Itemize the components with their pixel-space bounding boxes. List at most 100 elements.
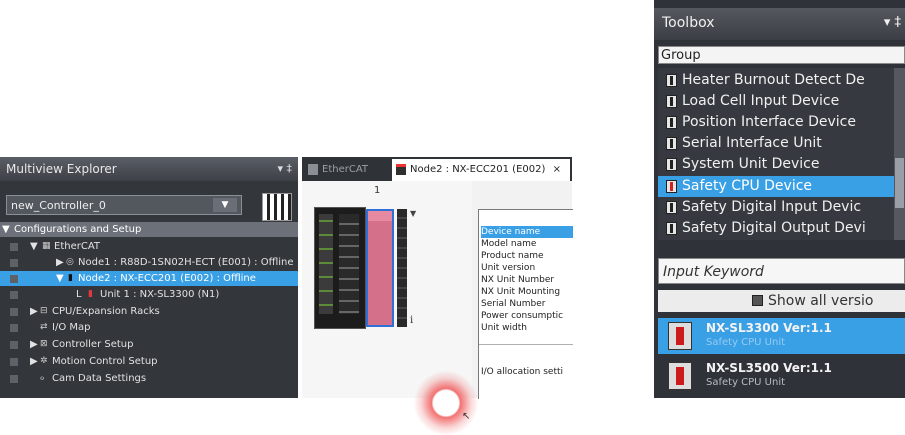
tree-item-cpu-racks[interactable]: ▶ ⊟ CPU/Expansion Racks (0, 304, 298, 319)
expand-icon[interactable]: ▶ (56, 255, 64, 270)
result-item-selected[interactable]: NX-SL3300 Ver:1.1 Safety CPU Unit (658, 318, 905, 354)
safety-cpu-unit-icon (668, 362, 692, 390)
tree-item-configurations[interactable]: ▼ Configurations and Setup (0, 222, 298, 237)
ethercat-icon: ▦ (42, 241, 51, 251)
group-item[interactable]: Heater Burnout Detect De (658, 70, 898, 91)
keyword-input[interactable]: Input Keyword (658, 258, 905, 284)
group-item[interactable]: Safety Digital Input Devic (658, 197, 898, 218)
toolbox-titlebar: Toolbox ▾ ‡ (654, 8, 905, 40)
tab-ethercat[interactable]: EtherCAT (304, 159, 386, 181)
group-item-label: Load Cell Input Device (682, 93, 840, 109)
close-icon[interactable]: × (553, 164, 561, 175)
slot-number: 1 (374, 185, 381, 196)
expand-icon[interactable]: ▼ (56, 271, 64, 286)
tree-item-label: Node1 : R88D-1SN02H-ECT (E001) : Offline (78, 257, 294, 268)
device-group-icon (666, 95, 677, 108)
tree-marker (10, 358, 18, 366)
group-item[interactable]: Safety Digital Output Devi (658, 218, 898, 239)
group-item-label: Position Interface Device (682, 114, 856, 130)
result-name: NX-SL3500 Ver:1.1 (706, 361, 832, 375)
rack-icon: ⊟ (40, 306, 48, 316)
expand-icon[interactable]: ▶ (30, 337, 38, 352)
expand-icon[interactable]: ▶ (30, 304, 38, 319)
group-item-label: Serial Interface Unit (682, 135, 822, 151)
tree-marker (10, 275, 18, 283)
tree-item-unit1[interactable]: L ▮ Unit 1 : NX-SL3300 (N1) (0, 287, 298, 302)
unit-rack-canvas[interactable]: 1 ▼ i ↖ (302, 181, 478, 435)
tree-item-node1[interactable]: ▶ ◎ Node1 : R88D-1SN02H-ECT (E001) : Off… (0, 255, 298, 270)
device-group-icon (666, 201, 677, 214)
scrollbar-thumb[interactable] (895, 158, 904, 208)
divider (479, 344, 573, 345)
result-item[interactable]: NX-SL3500 Ver:1.1 Safety CPU Unit (658, 358, 905, 394)
motion-icon: ✲ (40, 356, 48, 366)
safety-device-icon (666, 180, 677, 193)
pin-icon[interactable]: ▾ ‡ (277, 157, 292, 181)
checkbox[interactable] (752, 295, 763, 306)
property-io-allocation[interactable]: I/O allocation setti (481, 366, 573, 378)
group-list[interactable]: Heater Burnout Detect De Load Cell Input… (658, 68, 898, 240)
property-serial-number[interactable]: Serial Number (481, 298, 573, 310)
property-nx-unit-number[interactable]: NX Unit Number (481, 274, 573, 286)
tree-item-node2[interactable]: ▼ ▮ Node2 : NX-ECC201 (E002) : Offline (0, 271, 298, 286)
pin-icon[interactable]: ▾ ‡ (884, 8, 901, 38)
chevron-down-icon[interactable]: ▼ (410, 209, 416, 218)
multiview-explorer-panel: Multiview Explorer ▾ ‡ new_Controller_0 … (0, 157, 298, 398)
info-icon[interactable]: i (410, 315, 413, 326)
expand-icon[interactable]: ▶ (30, 354, 38, 369)
group-item-label: System Unit Device (682, 156, 820, 172)
toolbox-panel: Toolbox ▾ ‡ Group Heater Burnout Detect … (654, 0, 905, 398)
tree-item-label: CPU/Expansion Racks (52, 306, 160, 317)
group-item-selected[interactable]: Safety CPU Device (658, 176, 898, 197)
property-unit-version[interactable]: Unit version (481, 262, 573, 274)
property-device-name[interactable]: Device name (481, 226, 573, 238)
expand-icon[interactable]: ▼ (30, 239, 38, 254)
group-item[interactable]: System Unit Device (658, 154, 898, 175)
controller-select[interactable]: new_Controller_0 ▼ (6, 195, 242, 215)
group-scrollbar[interactable] (894, 68, 905, 240)
tree-item-label: Node2 : NX-ECC201 (E002) : Offline (78, 273, 256, 284)
tree-item-io-map[interactable]: ⇄ I/O Map (0, 320, 298, 335)
tree-item-label: I/O Map (52, 322, 91, 333)
tree-marker (10, 375, 18, 383)
property-model-name[interactable]: Model name (481, 238, 573, 250)
explorer-titlebar: Multiview Explorer ▾ ‡ (0, 157, 298, 181)
result-description: Safety CPU Unit (706, 337, 786, 348)
group-item-label: Heater Burnout Detect De (682, 72, 865, 88)
explorer-title: Multiview Explorer (6, 162, 117, 176)
group-item-label: Safety Digital Input Devic (682, 199, 862, 215)
slot-header (368, 211, 392, 221)
device-group-icon (666, 222, 677, 235)
result-name: NX-SL3300 Ver:1.1 (706, 321, 832, 335)
show-all-versions-toggle[interactable]: Show all versio (658, 290, 905, 312)
property-product-name[interactable]: Product name (481, 250, 573, 262)
coupler-unit-graphic[interactable] (314, 207, 366, 329)
group-header: Group (658, 46, 905, 64)
property-power-consumption[interactable]: Power consumptic (481, 310, 573, 322)
property-nx-unit-mounting[interactable]: NX Unit Mounting (481, 286, 573, 298)
device-group-icon (666, 116, 677, 129)
coupler-connector (319, 214, 333, 314)
tree-item-cam-data[interactable]: ℴ Cam Data Settings (0, 371, 298, 386)
controller-select-value: new_Controller_0 (11, 199, 106, 212)
click-highlight (414, 371, 478, 435)
controller-setup-icon: ⊠ (40, 339, 48, 349)
expand-icon[interactable]: ▼ (2, 222, 10, 237)
group-item-label: Safety Digital Output Devi (682, 220, 866, 236)
tab-node2[interactable]: Node2 : NX-ECC201 (E002) × (392, 159, 570, 181)
tree-item-motion-control[interactable]: ▶ ✲ Motion Control Setup (0, 354, 298, 369)
property-unit-width[interactable]: Unit width (481, 322, 573, 334)
group-item[interactable]: Serial Interface Unit (658, 133, 898, 154)
tree-item-ethercat[interactable]: ▼ ▦ EtherCAT (0, 239, 298, 254)
tree-item-label: EtherCAT (54, 241, 100, 252)
controller-icon (262, 193, 292, 221)
tree-item-controller-setup[interactable]: ▶ ⊠ Controller Setup (0, 337, 298, 352)
mouse-cursor-icon: ↖ (462, 411, 471, 422)
show-all-label: Show all versio (768, 293, 874, 309)
tree-marker (10, 259, 18, 267)
chevron-down-icon[interactable]: ▼ (213, 198, 237, 212)
group-item[interactable]: Position Interface Device (658, 112, 898, 133)
tree-marker (10, 291, 18, 299)
group-item[interactable]: Load Cell Input Device (658, 91, 898, 112)
safety-unit-slot[interactable] (366, 209, 394, 327)
